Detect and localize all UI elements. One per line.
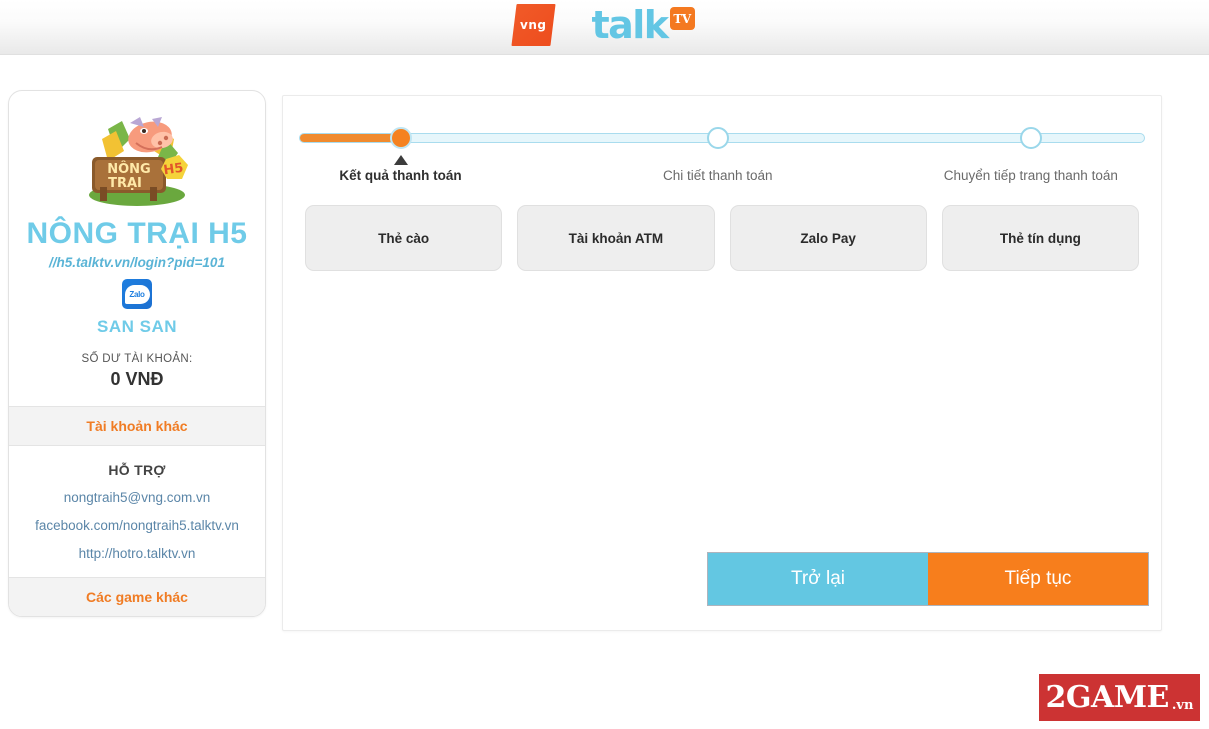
site-header: vng talk TV xyxy=(0,0,1209,55)
continue-button[interactable]: Tiếp tục xyxy=(928,553,1148,605)
stepper-label-2: Chi tiết thanh toán xyxy=(662,168,773,183)
balance-value: 0 VNĐ xyxy=(110,369,164,389)
balance-label: SỐ DƯ TÀI KHOẢN: xyxy=(81,353,193,365)
watermark-main-text: 2GAME xyxy=(1045,680,1170,715)
svg-text:H5: H5 xyxy=(163,161,185,179)
stepper-label-1: Kết quả thanh toán xyxy=(339,168,462,183)
nongtrai-h5-logo-icon: NÔNG TRẠI H5 xyxy=(89,117,188,206)
other-account-button[interactable]: Tài khoản khác xyxy=(9,406,265,446)
action-button-group: Trở lại Tiếp tục xyxy=(707,552,1149,606)
svg-text:TRẠI: TRẠI xyxy=(108,176,142,191)
watermark-suffix-text: .vn xyxy=(1171,698,1194,713)
stepper-node-2[interactable] xyxy=(706,127,729,149)
payment-stepper: Kết quả thanh toán Chi tiết thanh toán C… xyxy=(299,127,1145,187)
zalo-label: Zalo xyxy=(129,289,145,299)
back-button[interactable]: Trở lại xyxy=(708,553,928,605)
support-link-website[interactable]: http://hotro.talktv.vn xyxy=(9,546,265,561)
stepper-active-marker-icon xyxy=(393,155,408,165)
zalo-icon: Zalo xyxy=(122,279,152,309)
stepper-node-3[interactable] xyxy=(1019,127,1042,149)
support-link-email[interactable]: nongtraih5@vng.com.vn xyxy=(9,490,265,505)
vng-logo-icon[interactable]: vng xyxy=(511,4,557,46)
vng-logo-text: vng xyxy=(520,18,548,32)
payment-method-zalo-pay[interactable]: Zalo Pay xyxy=(729,205,927,271)
support-title: HỖ TRỢ xyxy=(108,462,166,478)
brand-logo-row: vng talk TV xyxy=(511,3,695,47)
payment-main-panel: Kết quả thanh toán Chi tiết thanh toán C… xyxy=(282,95,1162,631)
svg-text:NÔNG: NÔNG xyxy=(107,161,150,177)
game-title: NÔNG TRẠI H5 xyxy=(26,217,248,250)
account-name: SAN SAN xyxy=(96,317,177,336)
payment-method-atm[interactable]: Tài khoản ATM xyxy=(517,205,715,271)
other-games-button[interactable]: Các game khác xyxy=(9,577,265,616)
zalo-bubble-shape: Zalo xyxy=(124,284,150,304)
stepper-node-1[interactable] xyxy=(389,127,412,149)
talk-wordmark: talk xyxy=(591,3,669,47)
stepper-label-3: Chuyển tiếp trang thanh toán xyxy=(943,168,1118,183)
payment-method-tabs: Thẻ cào Tài khoản ATM Zalo Pay Thẻ tín d… xyxy=(305,205,1139,271)
tv-badge-icon: TV xyxy=(669,7,695,30)
tv-badge-text: TV xyxy=(673,11,691,26)
support-link-facebook[interactable]: facebook.com/nongtraih5.talktv.vn xyxy=(9,518,265,533)
support-section: HỖ TRỢ nongtraih5@vng.com.vn facebook.co… xyxy=(9,446,265,577)
game-url[interactable]: //h5.talktv.vn/login?pid=101 xyxy=(9,255,265,270)
payment-method-credit-card[interactable]: Thẻ tín dụng xyxy=(941,205,1139,271)
game-logo-artwork: NÔNG TRẠI H5 xyxy=(78,113,196,211)
account-sidebar: NÔNG TRẠI H5 NÔNG TRẠI H5 //h5.talktv.vn… xyxy=(8,90,266,617)
talktv-logo[interactable]: talk TV xyxy=(591,3,695,47)
payment-method-the-cao[interactable]: Thẻ cào xyxy=(305,205,503,271)
panel-action-bar: Trở lại Tiếp tục xyxy=(283,552,1161,606)
watermark-2game: 2GAME .vn xyxy=(1039,674,1200,721)
